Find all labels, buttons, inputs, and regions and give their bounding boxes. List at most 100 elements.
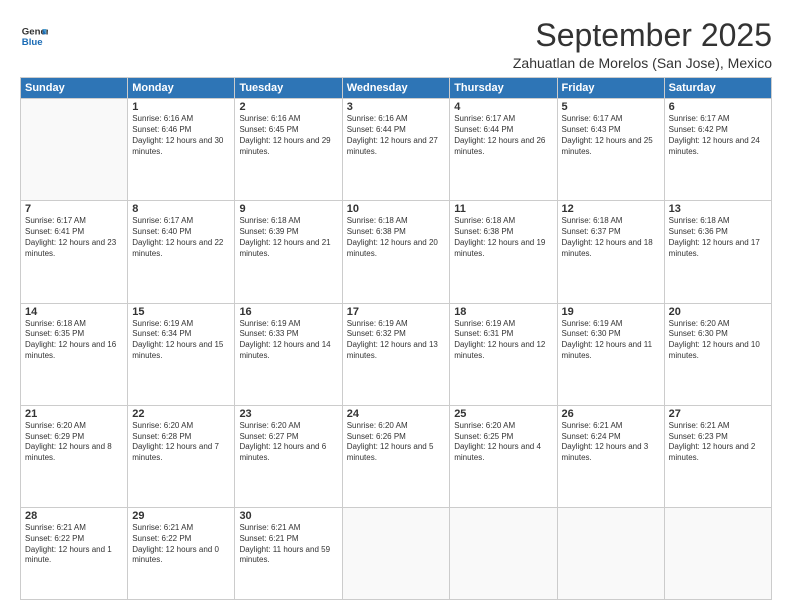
calendar-cell: 26Sunrise: 6:21 AM Sunset: 6:24 PM Dayli… <box>557 405 664 507</box>
day-info: Sunrise: 6:20 AM Sunset: 6:30 PM Dayligh… <box>669 319 767 362</box>
calendar-cell: 17Sunrise: 6:19 AM Sunset: 6:32 PM Dayli… <box>342 303 449 405</box>
day-number: 7 <box>25 203 123 215</box>
header-wednesday: Wednesday <box>342 78 449 99</box>
day-number: 26 <box>562 408 660 420</box>
day-info: Sunrise: 6:18 AM Sunset: 6:36 PM Dayligh… <box>669 216 767 259</box>
day-info: Sunrise: 6:16 AM Sunset: 6:44 PM Dayligh… <box>347 114 445 157</box>
day-number: 10 <box>347 203 445 215</box>
calendar-cell: 24Sunrise: 6:20 AM Sunset: 6:26 PM Dayli… <box>342 405 449 507</box>
day-info: Sunrise: 6:21 AM Sunset: 6:23 PM Dayligh… <box>669 421 767 464</box>
day-info: Sunrise: 6:20 AM Sunset: 6:25 PM Dayligh… <box>454 421 552 464</box>
calendar-cell: 28Sunrise: 6:21 AM Sunset: 6:22 PM Dayli… <box>21 508 128 600</box>
calendar-cell: 18Sunrise: 6:19 AM Sunset: 6:31 PM Dayli… <box>450 303 557 405</box>
day-number: 15 <box>132 306 230 318</box>
calendar-cell: 30Sunrise: 6:21 AM Sunset: 6:21 PM Dayli… <box>235 508 342 600</box>
calendar-cell: 13Sunrise: 6:18 AM Sunset: 6:36 PM Dayli… <box>664 201 771 303</box>
day-info: Sunrise: 6:19 AM Sunset: 6:30 PM Dayligh… <box>562 319 660 362</box>
day-number: 21 <box>25 408 123 420</box>
day-number: 28 <box>25 510 123 522</box>
day-number: 2 <box>239 101 337 113</box>
day-number: 24 <box>347 408 445 420</box>
day-number: 5 <box>562 101 660 113</box>
day-number: 8 <box>132 203 230 215</box>
day-number: 16 <box>239 306 337 318</box>
day-info: Sunrise: 6:16 AM Sunset: 6:45 PM Dayligh… <box>239 114 337 157</box>
calendar-cell: 12Sunrise: 6:18 AM Sunset: 6:37 PM Dayli… <box>557 201 664 303</box>
page: General Blue September 2025 Zahuatlan de… <box>0 0 792 612</box>
header-monday: Monday <box>128 78 235 99</box>
header-tuesday: Tuesday <box>235 78 342 99</box>
header-sunday: Sunday <box>21 78 128 99</box>
calendar-cell <box>21 99 128 201</box>
day-info: Sunrise: 6:18 AM Sunset: 6:38 PM Dayligh… <box>454 216 552 259</box>
day-number: 22 <box>132 408 230 420</box>
day-info: Sunrise: 6:17 AM Sunset: 6:43 PM Dayligh… <box>562 114 660 157</box>
day-info: Sunrise: 6:20 AM Sunset: 6:26 PM Dayligh… <box>347 421 445 464</box>
day-info: Sunrise: 6:18 AM Sunset: 6:39 PM Dayligh… <box>239 216 337 259</box>
calendar-cell: 23Sunrise: 6:20 AM Sunset: 6:27 PM Dayli… <box>235 405 342 507</box>
day-info: Sunrise: 6:21 AM Sunset: 6:24 PM Dayligh… <box>562 421 660 464</box>
calendar-cell: 16Sunrise: 6:19 AM Sunset: 6:33 PM Dayli… <box>235 303 342 405</box>
day-number: 27 <box>669 408 767 420</box>
day-number: 20 <box>669 306 767 318</box>
calendar-cell: 21Sunrise: 6:20 AM Sunset: 6:29 PM Dayli… <box>21 405 128 507</box>
day-number: 23 <box>239 408 337 420</box>
week-row-4: 21Sunrise: 6:20 AM Sunset: 6:29 PM Dayli… <box>21 405 772 507</box>
day-number: 14 <box>25 306 123 318</box>
day-info: Sunrise: 6:17 AM Sunset: 6:44 PM Dayligh… <box>454 114 552 157</box>
day-number: 1 <box>132 101 230 113</box>
calendar-cell: 27Sunrise: 6:21 AM Sunset: 6:23 PM Dayli… <box>664 405 771 507</box>
calendar-cell: 15Sunrise: 6:19 AM Sunset: 6:34 PM Dayli… <box>128 303 235 405</box>
location-title: Zahuatlan de Morelos (San Jose), Mexico <box>513 55 772 71</box>
logo-icon: General Blue <box>20 22 48 50</box>
calendar-cell: 2Sunrise: 6:16 AM Sunset: 6:45 PM Daylig… <box>235 99 342 201</box>
day-info: Sunrise: 6:20 AM Sunset: 6:28 PM Dayligh… <box>132 421 230 464</box>
calendar-cell: 8Sunrise: 6:17 AM Sunset: 6:40 PM Daylig… <box>128 201 235 303</box>
title-block: September 2025 Zahuatlan de Morelos (San… <box>513 18 772 71</box>
day-info: Sunrise: 6:21 AM Sunset: 6:21 PM Dayligh… <box>239 523 337 566</box>
calendar-cell: 22Sunrise: 6:20 AM Sunset: 6:28 PM Dayli… <box>128 405 235 507</box>
calendar-cell: 7Sunrise: 6:17 AM Sunset: 6:41 PM Daylig… <box>21 201 128 303</box>
header-saturday: Saturday <box>664 78 771 99</box>
calendar-cell: 6Sunrise: 6:17 AM Sunset: 6:42 PM Daylig… <box>664 99 771 201</box>
calendar-cell <box>450 508 557 600</box>
logo: General Blue <box>20 22 48 50</box>
day-number: 6 <box>669 101 767 113</box>
day-info: Sunrise: 6:18 AM Sunset: 6:37 PM Dayligh… <box>562 216 660 259</box>
day-info: Sunrise: 6:16 AM Sunset: 6:46 PM Dayligh… <box>132 114 230 157</box>
day-number: 13 <box>669 203 767 215</box>
week-row-2: 7Sunrise: 6:17 AM Sunset: 6:41 PM Daylig… <box>21 201 772 303</box>
svg-text:Blue: Blue <box>22 37 43 48</box>
day-number: 4 <box>454 101 552 113</box>
day-number: 12 <box>562 203 660 215</box>
calendar-cell: 5Sunrise: 6:17 AM Sunset: 6:43 PM Daylig… <box>557 99 664 201</box>
header-friday: Friday <box>557 78 664 99</box>
day-info: Sunrise: 6:18 AM Sunset: 6:38 PM Dayligh… <box>347 216 445 259</box>
day-info: Sunrise: 6:21 AM Sunset: 6:22 PM Dayligh… <box>132 523 230 566</box>
calendar-cell: 4Sunrise: 6:17 AM Sunset: 6:44 PM Daylig… <box>450 99 557 201</box>
calendar-cell: 10Sunrise: 6:18 AM Sunset: 6:38 PM Dayli… <box>342 201 449 303</box>
day-number: 9 <box>239 203 337 215</box>
day-info: Sunrise: 6:17 AM Sunset: 6:40 PM Dayligh… <box>132 216 230 259</box>
day-info: Sunrise: 6:17 AM Sunset: 6:41 PM Dayligh… <box>25 216 123 259</box>
weekday-header-row: Sunday Monday Tuesday Wednesday Thursday… <box>21 78 772 99</box>
day-info: Sunrise: 6:17 AM Sunset: 6:42 PM Dayligh… <box>669 114 767 157</box>
calendar-cell <box>664 508 771 600</box>
day-number: 30 <box>239 510 337 522</box>
header: General Blue September 2025 Zahuatlan de… <box>20 18 772 71</box>
calendar-cell: 19Sunrise: 6:19 AM Sunset: 6:30 PM Dayli… <box>557 303 664 405</box>
day-number: 18 <box>454 306 552 318</box>
calendar-table: Sunday Monday Tuesday Wednesday Thursday… <box>20 77 772 600</box>
day-number: 25 <box>454 408 552 420</box>
header-thursday: Thursday <box>450 78 557 99</box>
calendar-cell: 3Sunrise: 6:16 AM Sunset: 6:44 PM Daylig… <box>342 99 449 201</box>
day-number: 17 <box>347 306 445 318</box>
calendar-cell: 20Sunrise: 6:20 AM Sunset: 6:30 PM Dayli… <box>664 303 771 405</box>
day-number: 11 <box>454 203 552 215</box>
month-title: September 2025 <box>513 18 772 53</box>
day-info: Sunrise: 6:19 AM Sunset: 6:31 PM Dayligh… <box>454 319 552 362</box>
calendar-cell: 9Sunrise: 6:18 AM Sunset: 6:39 PM Daylig… <box>235 201 342 303</box>
day-info: Sunrise: 6:18 AM Sunset: 6:35 PM Dayligh… <box>25 319 123 362</box>
day-info: Sunrise: 6:19 AM Sunset: 6:33 PM Dayligh… <box>239 319 337 362</box>
calendar-cell: 14Sunrise: 6:18 AM Sunset: 6:35 PM Dayli… <box>21 303 128 405</box>
